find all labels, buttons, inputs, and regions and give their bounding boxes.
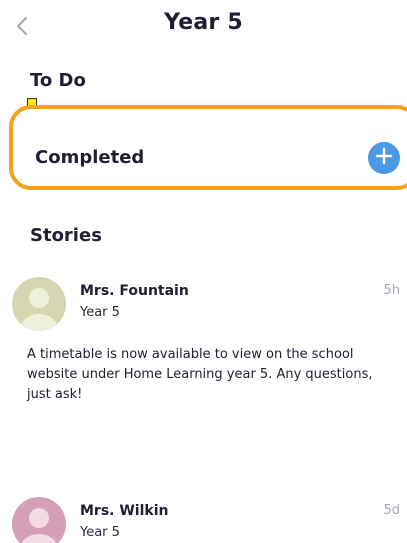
story-time: 5d [383,503,400,518]
completed-section[interactable]: Completed [9,105,407,190]
page-title: Year 5 [164,10,243,35]
story-card[interactable]: Mrs. Fountain Year 5 5h A timetable is n… [0,275,407,435]
section-heading-stories: Stories [30,225,102,246]
story-author[interactable]: Mrs. Wilkin [80,503,168,519]
avatar[interactable] [12,277,66,331]
story-group: Year 5 [80,525,120,540]
story-author[interactable]: Mrs. Fountain [80,283,189,299]
story-group: Year 5 [80,305,120,320]
avatar[interactable] [12,497,66,543]
plus-icon [375,147,393,169]
section-heading-todo[interactable]: To Do [30,70,86,91]
story-time: 5h [383,283,400,298]
section-heading-completed: Completed [35,147,145,168]
story-text: A timetable is now available to view on … [27,347,373,402]
add-button[interactable] [368,142,400,174]
story-card[interactable]: Mrs. Wilkin Year 5 5d [0,495,407,543]
